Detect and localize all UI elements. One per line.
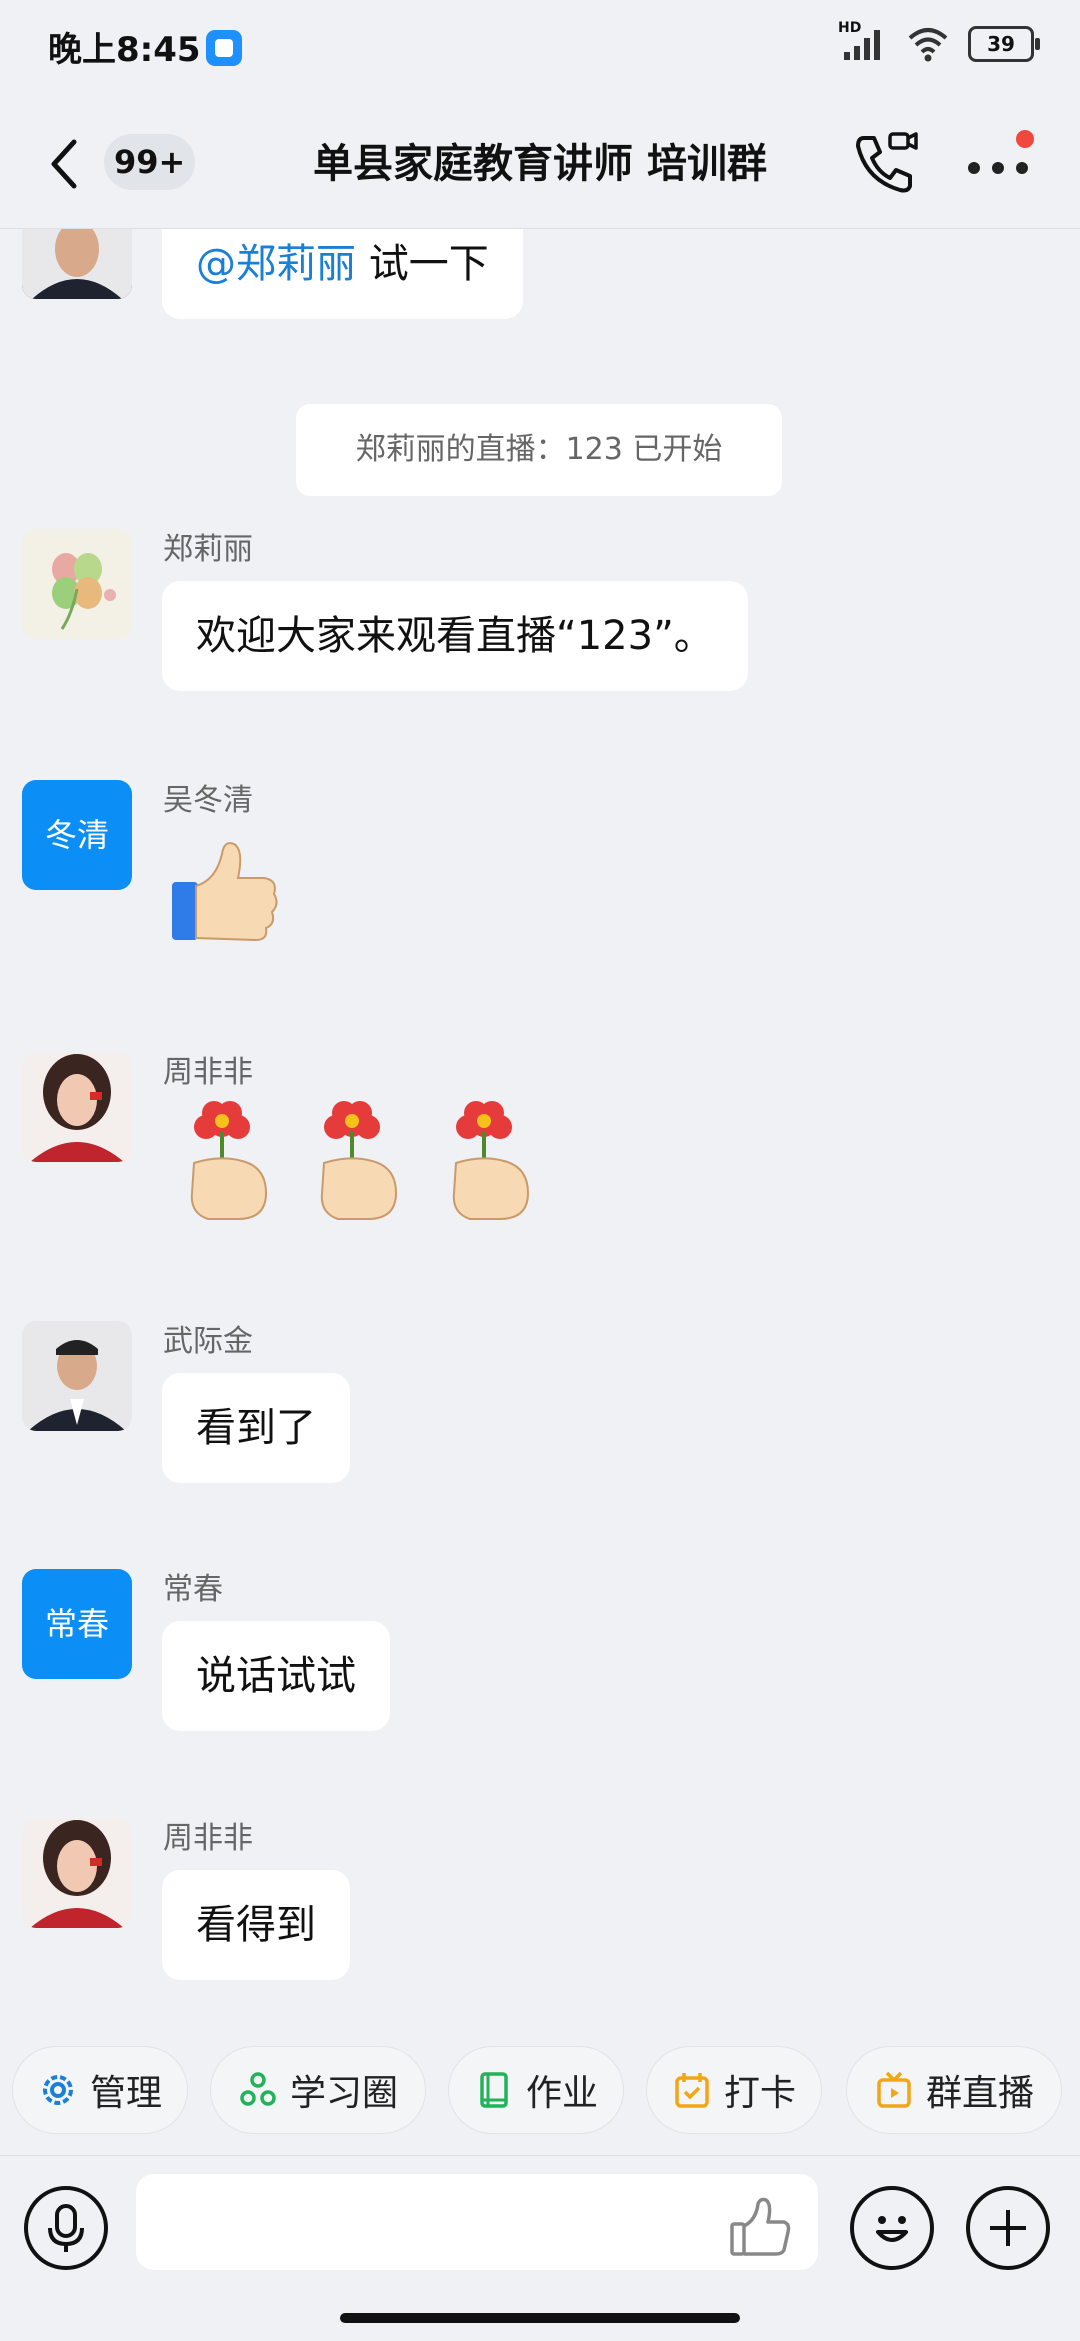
signal-icon: HD	[838, 20, 888, 62]
message-bubble[interactable]: 欢迎大家来观看直播“123”。	[162, 581, 748, 691]
quick-action-label: 管理	[89, 2073, 162, 2114]
message-text: 说话试试	[196, 1653, 356, 1699]
emoji-button[interactable]	[850, 2186, 934, 2270]
mention-link[interactable]: @郑莉丽	[196, 241, 356, 287]
unread-count-badge[interactable]: 99+	[104, 134, 196, 190]
avatar[interactable]	[22, 1321, 132, 1431]
video-call-icon	[856, 132, 918, 193]
status-time: 晚上8:45	[48, 30, 201, 70]
quick-action-learning-circle[interactable]: 学习圈	[210, 2046, 426, 2134]
learning-circle-icon	[240, 2072, 276, 2106]
quick-action-label: 打卡	[723, 2073, 796, 2114]
sticker-group[interactable]	[180, 1097, 540, 1227]
chevron-left-icon	[51, 139, 77, 189]
quick-action-label: 群直播	[925, 2073, 1034, 2114]
thumbs-up-sticker[interactable]	[166, 834, 286, 954]
plus-icon	[990, 2210, 1026, 2246]
message-bubble[interactable]: @郑莉丽 试一下	[162, 229, 523, 319]
notification-dot	[1016, 130, 1034, 148]
message-bubble[interactable]: 看到了	[162, 1373, 350, 1483]
battery-indicator: 39	[968, 26, 1040, 62]
network-type-label: HD	[838, 20, 862, 36]
live-tv-icon	[877, 2071, 911, 2108]
thumbs-up-icon	[730, 2197, 791, 2256]
message-text: 欢迎大家来观看直播“123”。	[196, 613, 714, 659]
quick-action-group-live[interactable]: 群直播	[846, 2046, 1062, 2134]
quick-action-checkin[interactable]: 打卡	[646, 2046, 822, 2134]
checkin-calendar-icon	[675, 2073, 709, 2108]
sender-name[interactable]: 周非非	[163, 1053, 253, 1093]
page-title: 单县家庭教育讲师 培训群	[313, 141, 767, 187]
flower-hand-sticker[interactable]	[442, 1097, 542, 1227]
quick-action-homework[interactable]: 作业	[448, 2046, 624, 2134]
message-input[interactable]	[136, 2174, 818, 2270]
status-bar: 晚上8:45 HD 39	[0, 0, 1080, 100]
flower-hand-sticker[interactable]	[180, 1097, 280, 1227]
sender-name[interactable]: 武际金	[163, 1322, 253, 1362]
system-message[interactable]: 郑莉丽的直播：123 已开始	[296, 404, 782, 496]
sender-name[interactable]: 郑莉丽	[163, 530, 253, 570]
flower-hand-sticker[interactable]	[310, 1097, 410, 1227]
message-list[interactable]: @郑莉丽 试一下 郑莉丽的直播：123 已开始 郑莉丽 欢迎大家来观看直播“12…	[0, 229, 1080, 2049]
avatar[interactable]	[22, 1052, 132, 1162]
sender-name[interactable]: 吴冬清	[163, 781, 253, 821]
app-notification-icon	[206, 30, 242, 66]
message-text: 看得到	[196, 1902, 316, 1948]
quick-action-label: 学习圈	[289, 2073, 398, 2114]
home-indicator[interactable]	[340, 2313, 740, 2323]
more-dots-icon	[968, 162, 980, 174]
message-bubble[interactable]: 说话试试	[162, 1621, 390, 1731]
quick-like-button[interactable]	[728, 2196, 792, 2260]
video-call-button[interactable]	[850, 128, 922, 200]
voice-input-button[interactable]	[24, 2186, 108, 2270]
quick-action-label: 作业	[525, 2073, 598, 2114]
add-attachment-button[interactable]	[966, 2186, 1050, 2270]
avatar[interactable]: 冬清	[22, 780, 132, 890]
avatar[interactable]	[22, 529, 132, 639]
chat-header: 99+ 单县家庭教育讲师 培训群	[0, 100, 1080, 229]
quick-action-manage[interactable]: 管理	[12, 2046, 188, 2134]
book-icon	[480, 2072, 508, 2108]
message-bubble[interactable]: 看得到	[162, 1870, 350, 1980]
back-button[interactable]	[40, 134, 90, 194]
avatar[interactable]	[22, 229, 132, 299]
sender-name[interactable]: 常春	[163, 1570, 223, 1610]
more-options-button[interactable]	[960, 128, 1040, 200]
message-text: 试一下	[368, 241, 489, 287]
microphone-icon	[48, 2204, 84, 2252]
message-text: 看到了	[196, 1405, 316, 1451]
gear-icon	[42, 2075, 73, 2105]
quick-actions-bar: 管理 学习圈 作业 打卡 群直播	[0, 2046, 1080, 2142]
avatar[interactable]: 常春	[22, 1569, 132, 1679]
smiley-icon	[876, 2216, 908, 2242]
wifi-icon	[908, 28, 948, 62]
avatar[interactable]	[22, 1818, 132, 1928]
sender-name[interactable]: 周非非	[163, 1819, 253, 1859]
status-indicators: HD 39	[838, 20, 1040, 62]
